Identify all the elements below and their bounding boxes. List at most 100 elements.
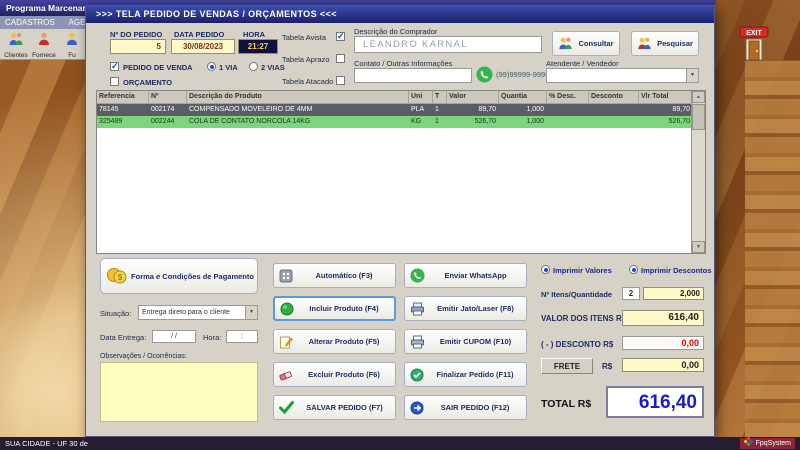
tabela-avista-checkbox[interactable] xyxy=(336,32,345,41)
consultar-button[interactable]: Consultar xyxy=(552,31,620,56)
order-time-label: HORA xyxy=(243,30,266,39)
data-entrega-label: Data Entrega: xyxy=(100,333,147,342)
pesquisar-label: Pesquisar xyxy=(657,39,693,48)
sair-pedido-button[interactable]: SAIR PEDIDO (F12) xyxy=(404,395,527,420)
tabela-aprazo-label: Tabela Aprazo xyxy=(282,55,330,64)
order-date-field[interactable]: 30/08/2023 xyxy=(171,39,235,54)
frete-field[interactable]: 0,00 xyxy=(622,358,704,372)
emitir-cupom-label: Emitir CUPOM (F10) xyxy=(439,337,512,346)
via2-radio[interactable] xyxy=(249,62,258,71)
hora-entrega-field[interactable]: : xyxy=(226,330,258,343)
automatico-button[interactable]: Automático (F3) xyxy=(273,263,396,288)
desconto-field[interactable]: 0,00 xyxy=(622,336,704,350)
order-number-label: Nº DO PEDIDO xyxy=(110,30,163,39)
grid-scrollbar[interactable] xyxy=(691,91,705,253)
emitir-jato-laser-button[interactable]: Emitir Jato/Laser (F8) xyxy=(404,296,527,321)
col-t: T xyxy=(433,91,447,103)
order-number-field[interactable]: 5 xyxy=(110,39,166,54)
data-entrega-field[interactable]: / / xyxy=(152,330,196,343)
observacoes-textarea[interactable] xyxy=(100,362,258,422)
payment-terms-label: Forma e Condições de Pagamento xyxy=(131,271,254,281)
toolbar-label: Fu xyxy=(68,51,76,59)
enviar-whatsapp-button[interactable]: Enviar WhatsApp xyxy=(404,263,527,288)
col-quantia: Quantia xyxy=(499,91,547,103)
whatsapp-icon[interactable] xyxy=(476,66,493,88)
green-check-icon xyxy=(279,401,294,414)
tabela-atacado-checkbox[interactable] xyxy=(336,76,345,85)
emitir-cupom-button[interactable]: Emitir CUPOM (F10) xyxy=(404,329,527,354)
tabela-aprazo-checkbox[interactable] xyxy=(336,54,345,63)
suppliers-icon xyxy=(36,31,52,52)
products-grid[interactable]: Referencia Nº Descrição do Produto Uni T… xyxy=(96,90,706,254)
toolbar-item-fornecedores[interactable]: Fornece xyxy=(30,30,58,59)
phone-format-label: (99)99999-9999 xyxy=(496,70,550,79)
grid-header: Referencia Nº Descrição do Produto Uni T… xyxy=(97,91,705,104)
toolbar-item-clientes[interactable]: Clientes xyxy=(2,30,30,59)
itens-quantidade-label: Nº Itens/Quantidade xyxy=(541,290,613,299)
pesquisar-button[interactable]: Pesquisar xyxy=(631,31,699,56)
incluir-produto-label: Incluir Produto (F4) xyxy=(309,304,379,313)
svg-text:$: $ xyxy=(118,273,123,282)
table-row[interactable]: 78145 002174 COMPENSADO MOVELEIRO DE 4MM P… xyxy=(97,104,705,116)
coins-icon: $ xyxy=(106,266,128,286)
total-label: TOTAL R$ xyxy=(541,398,592,410)
chevron-down-icon[interactable] xyxy=(686,69,698,82)
payment-terms-button[interactable]: $ Forma e Condições de Pagamento xyxy=(100,258,258,294)
salvar-pedido-button[interactable]: SALVAR PEDIDO (F7) xyxy=(273,395,396,420)
situacao-combo[interactable]: Entrega direto para o cliente xyxy=(138,305,258,320)
table-row[interactable]: 325489 002244 COLA DE CONTATO NORCOLA 14K… xyxy=(97,116,705,128)
status-city-label: SUA CIDADE - UF 30 de xyxy=(5,439,88,448)
incluir-produto-button[interactable]: Incluir Produto (F4) xyxy=(273,296,396,321)
toolbar-label: Clientes xyxy=(4,51,28,59)
toolbar-item-funcionarios[interactable]: Fu xyxy=(58,30,86,59)
atendente-combo[interactable] xyxy=(546,68,699,83)
finalizar-pedido-button[interactable]: Finalizar Pedido (F11) xyxy=(404,362,527,387)
edit-pencil-icon xyxy=(279,335,293,349)
valor-itens-label: VALOR DOS ITENS R$ xyxy=(541,314,627,323)
observacoes-label: Observações / Ocorrências: xyxy=(100,353,187,360)
imprimir-valores-radio[interactable] xyxy=(541,265,550,274)
hora-entrega-label: Hora: xyxy=(203,333,222,342)
num-itens-field: 2 xyxy=(622,287,640,300)
green-ball-add-icon xyxy=(280,302,294,316)
col-vlrtotal: Vlr Total xyxy=(639,91,693,103)
alterar-produto-button[interactable]: Alterar Produto (F5) xyxy=(273,329,396,354)
orcamento-checkbox[interactable] xyxy=(110,77,119,86)
eraser-icon xyxy=(279,368,293,382)
consultar-label: Consultar xyxy=(578,39,614,48)
finish-check-icon xyxy=(410,368,424,382)
fpq-label: FpqSystem xyxy=(755,440,791,447)
order-date-label: DATA PEDIDO xyxy=(174,30,225,39)
imprimir-descontos-label: Imprimir Descontos xyxy=(641,266,712,275)
excluir-produto-button[interactable]: Excluir Produto (F6) xyxy=(273,362,396,387)
situacao-combo-value: Entrega direto para o cliente xyxy=(142,309,230,316)
sair-pedido-label: SAIR PEDIDO (F12) xyxy=(440,403,510,412)
buyer-name-field[interactable]: LEANDRO KARNAL xyxy=(354,36,542,53)
clients-icon xyxy=(8,31,24,52)
chevron-down-icon[interactable] xyxy=(245,306,257,319)
window-titlebar[interactable]: >>> TELA PEDIDO DE VENDAS / ORÇAMENTOS <… xyxy=(86,6,714,23)
scroll-down-icon[interactable] xyxy=(692,241,705,253)
pedido-venda-label: PEDIDO DE VENDA xyxy=(123,63,193,72)
menu-cadastros[interactable]: CADASTROS xyxy=(5,18,55,27)
via1-radio[interactable] xyxy=(207,62,216,71)
scroll-up-icon[interactable] xyxy=(692,91,705,103)
pedido-venda-checkbox[interactable] xyxy=(110,62,119,71)
col-desconto: Desconto xyxy=(589,91,639,103)
tabela-avista-label: Tabela Avista xyxy=(282,33,327,42)
col-pdesc: % Desc. xyxy=(547,91,589,103)
search-people-icon xyxy=(637,36,652,51)
exit-door-icon[interactable]: EXIT xyxy=(737,26,771,62)
status-bar: SUA CIDADE - UF 30 de FpqSystem xyxy=(0,436,800,450)
exit-arrow-icon xyxy=(410,401,424,415)
col-valor: Valor xyxy=(447,91,499,103)
fpqsystem-badge[interactable]: FpqSystem xyxy=(739,436,795,449)
scrollbar-thumb[interactable] xyxy=(692,104,705,130)
frete-button[interactable]: FRETE xyxy=(541,358,593,374)
keypad-icon xyxy=(279,269,293,283)
contato-field[interactable] xyxy=(354,68,472,83)
imprimir-descontos-radio[interactable] xyxy=(629,265,638,274)
desconto-label: ( - ) DESCONTO R$ xyxy=(541,340,614,349)
consult-people-icon xyxy=(558,36,573,51)
atendente-label: Atendente / Vendedor xyxy=(546,59,619,68)
